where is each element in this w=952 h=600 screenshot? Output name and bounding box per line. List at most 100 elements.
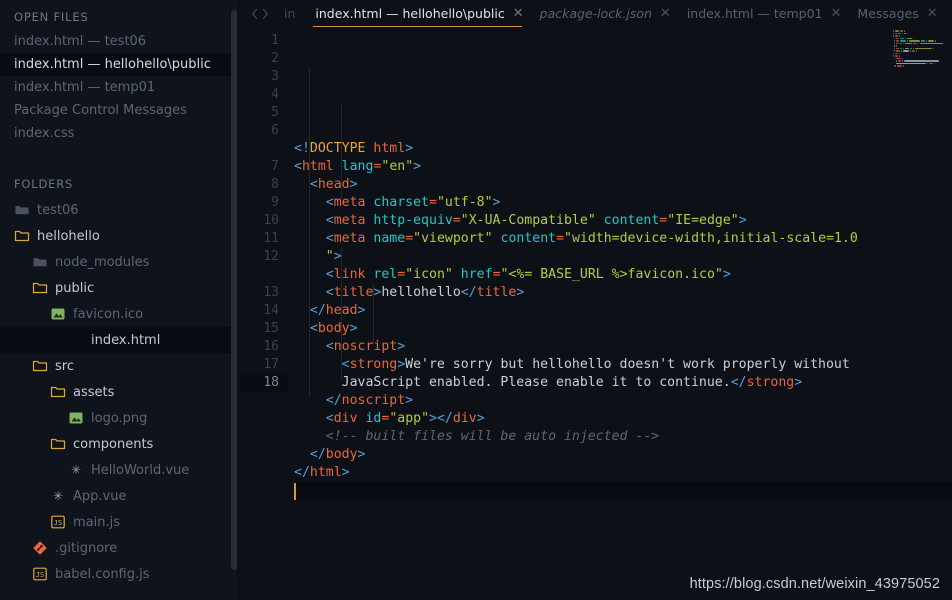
svg-text:JS: JS <box>54 519 62 527</box>
code-token: body <box>325 447 358 462</box>
tree-file-item[interactable]: ✳ App.vue <box>0 483 240 509</box>
tree-file-item[interactable]: .gitignore <box>0 535 240 561</box>
tab-close-icon[interactable]: ✕ <box>660 7 671 20</box>
code-token: </ <box>294 465 310 480</box>
code-token: content <box>603 213 660 228</box>
minimap-segment <box>902 50 909 52</box>
code-line[interactable]: <!-- built files will be auto injected -… <box>294 428 952 446</box>
chevron-left-icon[interactable] <box>250 2 260 26</box>
open-file-item[interactable]: index.html — temp01 <box>0 76 240 99</box>
minimap-segment <box>896 65 902 67</box>
tree-folder-item[interactable]: assets <box>0 379 240 405</box>
code-token: "viewport" <box>413 231 493 246</box>
code-line[interactable]: <meta http-equiv="X-UA-Compatible" conte… <box>294 212 952 230</box>
code-token: <!-- built files will be auto injected -… <box>294 429 660 444</box>
code-area[interactable]: 123456 7 8 9 10 11 12 13 14 15 16 17 18 <!DOCTYPE … <box>240 27 952 600</box>
minimap-segment <box>899 40 907 42</box>
code-line[interactable]: <head> <box>294 176 952 194</box>
open-file-item[interactable]: index.css <box>0 122 240 145</box>
open-file-label: index.html — hellohello\public <box>14 57 211 72</box>
code-line[interactable]: <body> <box>294 320 952 338</box>
open-file-item[interactable]: index.html — hellohello\public <box>0 53 240 76</box>
code-token: < <box>294 213 334 228</box>
minimap-segment <box>895 55 898 57</box>
tree-item-label: test06 <box>37 202 79 218</box>
tree-folder-item[interactable]: public <box>0 275 240 301</box>
code-token: "utf-8" <box>436 195 493 210</box>
tree-file-item[interactable]: favicon.ico <box>0 301 240 327</box>
tree-file-item[interactable]: index.html <box>0 327 240 353</box>
code-line[interactable]: <link rel="icon" href="<%= BASE_URL %>fa… <box>294 266 952 284</box>
code-line[interactable]: <meta name="viewport" content="width=dev… <box>294 230 952 248</box>
code-token: > <box>429 411 437 426</box>
minimap-segment <box>896 40 899 42</box>
minimap-segment <box>914 47 933 50</box>
code-token: > <box>333 249 342 264</box>
editor-tab[interactable]: index.html — temp01 ✕ <box>677 0 848 27</box>
tree-folder-item[interactable]: node_modules <box>0 249 240 275</box>
tree-folder-item[interactable]: test06 <box>0 197 240 223</box>
line-number: 7 <box>271 159 279 174</box>
tree-folder-item[interactable]: hellohello <box>0 223 240 249</box>
tree-item-label: src <box>55 358 74 374</box>
open-file-item[interactable]: Package Control Messages <box>0 99 240 122</box>
code-line[interactable]: </head> <box>294 302 952 320</box>
code-line[interactable]: JavaScript enabled. Please enable it to … <box>294 374 952 392</box>
code-content[interactable]: <!DOCTYPE html> <html lang="en"> <head> <… <box>288 27 952 600</box>
code-line[interactable]: </noscript> <box>294 392 952 410</box>
minimap-segment <box>899 47 902 50</box>
minimap-segment <box>902 65 904 67</box>
tree-file-item[interactable]: JS babel.config.js <box>0 561 240 587</box>
tree-file-item[interactable]: ✳ HelloWorld.vue <box>0 457 240 483</box>
minimap-segment <box>898 35 900 37</box>
minimap-segment <box>909 50 911 52</box>
tree-file-item[interactable]: JS main.js <box>0 509 240 535</box>
code-token: < <box>294 357 350 372</box>
code-token: title <box>476 285 517 300</box>
editor-tab[interactable]: Messages ✕ <box>847 0 943 27</box>
code-line[interactable]: <noscript> <box>294 338 952 356</box>
code-token: href <box>460 267 493 282</box>
code-line[interactable]: <div id="app"></div> <box>294 410 952 428</box>
minimap-segment <box>895 60 897 62</box>
tab-close-icon[interactable]: ✕ <box>831 7 842 20</box>
tree-folder-item[interactable]: src <box>0 353 240 379</box>
editor-tab[interactable]: index.html — hellohello\public ✕ <box>305 0 529 27</box>
code-line[interactable]: <strong>We're sorry but hellohello doesn… <box>294 356 952 374</box>
folder-open-icon <box>50 384 66 400</box>
code-line[interactable]: <title>hellohello</title> <box>294 284 952 302</box>
editor-pane: in index.html — hellohello\public ✕ packag… <box>240 0 952 600</box>
chevron-right-icon[interactable] <box>260 2 270 26</box>
code-minimap[interactable] <box>890 27 952 67</box>
code-line[interactable]: <!DOCTYPE html> <box>294 140 952 158</box>
line-number: 8 <box>271 177 279 192</box>
tree-folder-item[interactable]: components <box>0 431 240 457</box>
code-token: div <box>452 411 477 426</box>
tree-item-label: components <box>73 436 154 452</box>
blank-icon <box>68 332 84 348</box>
minimap-segment <box>894 30 900 32</box>
tree-item-label: main.js <box>73 514 120 530</box>
code-token: body <box>317 321 350 336</box>
minimap-segment <box>916 50 918 52</box>
code-line[interactable]: <html lang="en"> <box>294 158 952 176</box>
tree-file-item[interactable]: logo.png <box>0 405 240 431</box>
line-number: 15 <box>263 321 279 336</box>
minimap-segment <box>925 40 927 42</box>
tab-close-icon[interactable]: ✕ <box>513 7 524 20</box>
open-file-item[interactable]: index.html — test06 <box>0 30 240 53</box>
code-line[interactable]: <meta charset="utf-8"> <box>294 194 952 212</box>
code-token: "<%= BASE_URL %>favicon.ico" <box>500 267 723 282</box>
code-token: = <box>556 231 565 246</box>
code-line[interactable]: "> <box>294 248 952 266</box>
in-label: in <box>284 6 296 21</box>
code-token: DOCTYPE <box>309 141 366 156</box>
code-line[interactable] <box>294 482 952 500</box>
code-token: html <box>365 141 406 156</box>
tab-close-icon[interactable]: ✕ <box>927 7 938 20</box>
code-line[interactable]: </body> <box>294 446 952 464</box>
code-line[interactable]: </html> <box>294 464 952 482</box>
tree-item-label: index.html <box>91 332 161 348</box>
editor-tab[interactable]: package-lock.json ✕ <box>530 0 677 27</box>
